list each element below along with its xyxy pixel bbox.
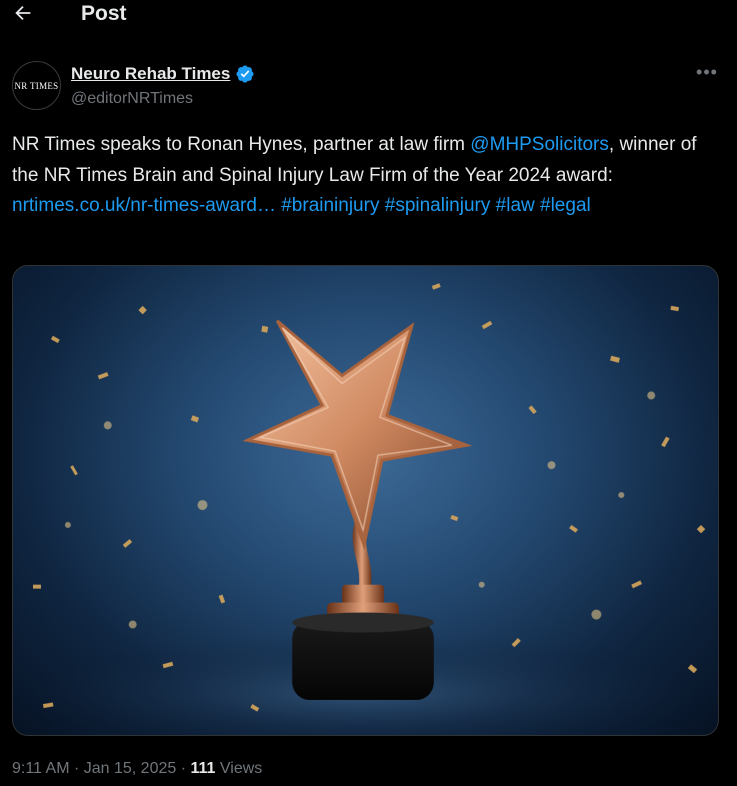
avatar[interactable]: NR TIMES — [12, 61, 61, 110]
meta-separator: · — [73, 760, 80, 777]
more-dots-icon: ••• — [696, 62, 718, 82]
verified-badge-icon[interactable] — [235, 64, 255, 84]
top-bar: Post — [0, 0, 737, 34]
meta-separator: · — [180, 760, 187, 777]
tweet-text: NR Times speaks to Ronan Hynes, partner … — [12, 130, 724, 222]
page-title: Post — [81, 2, 127, 25]
hashtag-braininjury[interactable]: #braininjury — [281, 195, 379, 216]
back-button[interactable] — [12, 2, 38, 28]
tweet-time[interactable]: 9:11 AM — [12, 760, 70, 777]
tweet-text-part-1: NR Times speaks to Ronan Hynes, partner … — [12, 134, 471, 155]
author-handle[interactable]: @editorNRTimes — [71, 90, 193, 108]
award-star-trophy-image — [13, 283, 718, 735]
author-name-row: Neuro Rehab Times — [71, 64, 255, 84]
mention-link[interactable]: @MHPSolicitors — [470, 134, 609, 155]
tweet-media-image[interactable] — [12, 265, 719, 736]
url-link[interactable]: nrtimes.co.uk/nr-times-award… — [12, 195, 276, 216]
more-options-button[interactable]: ••• — [695, 62, 719, 86]
avatar-text: NR TIMES — [14, 80, 59, 91]
author-display-name[interactable]: Neuro Rehab Times — [71, 64, 230, 84]
tweet-date[interactable]: Jan 15, 2025 — [84, 760, 177, 777]
hashtag-spinalinjury[interactable]: #spinalinjury — [385, 195, 491, 216]
views-label: Views — [219, 760, 263, 777]
hashtag-law[interactable]: #law — [496, 195, 535, 216]
views-count[interactable]: 111 — [191, 760, 216, 777]
hashtag-legal[interactable]: #legal — [540, 195, 591, 216]
arrow-left-icon — [15, 5, 31, 21]
tweet-metadata: 9:11 AM · Jan 15, 2025 · 111 Views — [12, 760, 262, 778]
